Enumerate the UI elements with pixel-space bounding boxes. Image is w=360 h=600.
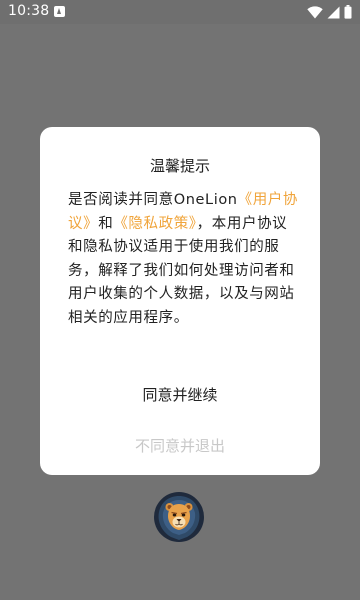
privacy-dialog: 温馨提示 是否阅读并同意OneLion《用户协议》和《隐私政策》，本用户协议和隐…: [40, 127, 320, 475]
body-suffix-text: ，本用户协议和隐私协议适用于使用我们的服务，解释了我们如何处理访问者和用户收集的…: [68, 215, 295, 326]
decline-and-exit-button[interactable]: 不同意并退出: [40, 431, 320, 461]
lion-logo-icon: [153, 491, 205, 543]
battery-icon: [344, 5, 352, 19]
status-icons: [307, 5, 352, 19]
and-text: 和: [98, 215, 114, 232]
status-bar: 10:38: [0, 0, 360, 24]
signal-icon: [327, 6, 340, 19]
agree-and-continue-button[interactable]: 同意并继续: [40, 380, 320, 410]
dialog-body: 是否阅读并同意OneLion《用户协议》和《隐私政策》，本用户协议和隐私协议适用…: [68, 189, 298, 330]
wifi-icon: [307, 5, 323, 19]
dialog-title: 温馨提示: [149, 157, 210, 175]
body-prefix-text: 是否阅读并同意OneLion: [68, 192, 238, 208]
privacy-policy-link[interactable]: 《隐私政策》: [113, 216, 196, 232]
status-time: 10:38: [8, 3, 50, 19]
notification-icon: [54, 6, 65, 17]
